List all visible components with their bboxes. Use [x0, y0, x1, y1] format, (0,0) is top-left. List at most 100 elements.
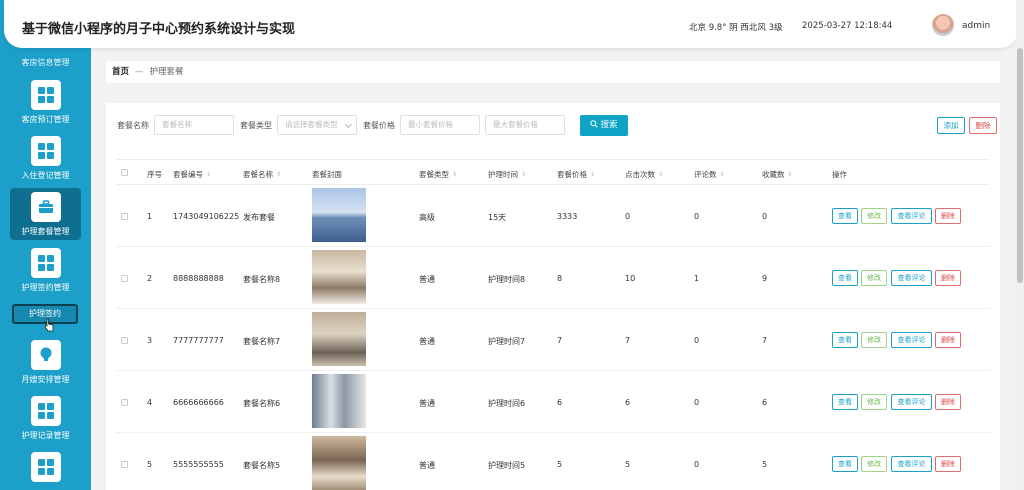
sidebar-item-checkin[interactable]: 入住登记管理 — [0, 136, 91, 181]
cell-type: 普通 — [419, 275, 435, 284]
cell-favorites: 7 — [762, 336, 768, 345]
search-button[interactable]: 搜索 — [580, 115, 628, 136]
sidebar-item-care-package[interactable]: 护理套餐管理 — [10, 188, 81, 240]
delete-button[interactable]: 删除 — [935, 270, 961, 286]
price-max-input[interactable]: 最大套餐价格 — [485, 115, 565, 135]
col-clicks[interactable]: 点击次数 ⇕ — [625, 169, 663, 180]
cell-clicks: 5 — [625, 460, 631, 469]
cell-name: 套餐名称8 — [243, 275, 281, 284]
package-cover-image — [312, 436, 366, 490]
name-filter-label: 套餐名称 — [117, 121, 149, 130]
view-button[interactable]: 查看 — [832, 456, 858, 472]
delete-button[interactable]: 删除 — [935, 208, 961, 224]
cell-reviews: 0 — [694, 212, 700, 221]
cell-code: 8888888888 — [173, 274, 224, 283]
price-min-input[interactable]: 最小套餐价格 — [400, 115, 480, 135]
cell-index: 1 — [147, 212, 153, 221]
col-duration[interactable]: 护理时间 ⇕ — [488, 169, 526, 180]
sidebar-item-care-records[interactable]: 护理记录管理 — [0, 396, 91, 441]
col-cover: 套餐封面 — [312, 170, 342, 179]
sidebar-item-care-contract[interactable]: 护理签约管理 — [0, 248, 91, 293]
name-filter-input[interactable]: 套餐名称 — [154, 115, 234, 135]
view-button[interactable]: 查看 — [832, 332, 858, 348]
cell-code: 6666666666 — [173, 398, 224, 407]
col-clicks-label: 点击次数 — [625, 170, 655, 179]
cell-name: 套餐名称7 — [243, 337, 281, 346]
sort-icon[interactable]: ⇕ — [276, 171, 281, 178]
type-filter-select[interactable]: 请选择套餐类型 — [277, 115, 357, 135]
col-reviews[interactable]: 评论数 ⇕ — [694, 169, 725, 180]
cell-price: 8 — [557, 274, 563, 283]
col-name[interactable]: 套餐名称 ⇕ — [243, 169, 281, 180]
cell-code: 7777777777 — [173, 336, 224, 345]
type-filter-placeholder: 请选择套餐类型 — [285, 120, 338, 129]
view-reviews-button[interactable]: 查看评论 — [891, 208, 932, 224]
add-button[interactable]: 添加 — [937, 117, 965, 134]
row-checkbox[interactable] — [121, 337, 128, 344]
sort-icon[interactable]: ⇕ — [590, 171, 595, 178]
grid-icon — [30, 452, 61, 482]
cell-index: 2 — [147, 274, 153, 283]
breadcrumb-home[interactable]: 首页 — [112, 67, 129, 77]
view-button[interactable]: 查看 — [832, 270, 858, 286]
view-reviews-button[interactable]: 查看评论 — [891, 456, 932, 472]
edit-button[interactable]: 修改 — [861, 394, 887, 410]
row-checkbox[interactable] — [121, 213, 128, 220]
cell-code: 1743049106225 — [173, 212, 240, 221]
cell-type: 高级 — [419, 213, 435, 222]
sidebar-item-room-booking[interactable]: 客房预订管理 — [0, 80, 91, 125]
sort-icon[interactable]: ⇕ — [658, 171, 663, 178]
edit-button[interactable]: 修改 — [861, 208, 887, 224]
view-reviews-button[interactable]: 查看评论 — [891, 394, 932, 410]
cell-clicks: 6 — [625, 398, 631, 407]
sidebar-item-label: 月嫂安排管理 — [21, 375, 70, 384]
edit-button[interactable]: 修改 — [861, 332, 887, 348]
weather-info: 北京 9.8° 阴 西北风 3级 — [689, 23, 783, 33]
delete-button[interactable]: 删除 — [935, 394, 961, 410]
row-checkbox[interactable] — [121, 461, 128, 468]
col-code[interactable]: 套餐编号 ⇕ — [173, 169, 211, 180]
type-filter-label: 套餐类型 — [240, 121, 272, 130]
row-checkbox[interactable] — [121, 399, 128, 406]
cell-name: 套餐名称6 — [243, 399, 281, 408]
view-button[interactable]: 查看 — [832, 208, 858, 224]
col-price[interactable]: 套餐价格 ⇕ — [557, 169, 595, 180]
row-checkbox[interactable] — [121, 275, 128, 282]
sort-icon[interactable]: ⇕ — [206, 171, 211, 178]
cell-price: 3333 — [557, 212, 578, 221]
sidebar-item-room-info-label[interactable]: 客房信息管理 — [0, 57, 91, 68]
table-row: 1 1743049106225 发布套餐 高级 15天 3333 0 0 0 查看 修改 查看评论 删除 — [116, 185, 990, 247]
delete-button[interactable]: 删除 — [935, 456, 961, 472]
sort-icon[interactable]: ⇕ — [452, 171, 457, 178]
breadcrumb-separator: — — [135, 67, 144, 77]
view-button[interactable]: 查看 — [832, 394, 858, 410]
sidebar-item-more[interactable] — [0, 452, 91, 482]
package-cover-image — [312, 250, 366, 304]
main-panel: 套餐名称 套餐名称 套餐类型 请选择套餐类型 套餐价格 最小套餐价格 最大套餐价… — [106, 103, 1000, 490]
col-type[interactable]: 套餐类型 ⇕ — [419, 169, 457, 180]
cell-name: 发布套餐 — [243, 213, 275, 222]
cell-duration: 护理时间7 — [488, 337, 526, 346]
view-reviews-button[interactable]: 查看评论 — [891, 332, 932, 348]
sort-icon[interactable]: ⇕ — [521, 171, 526, 178]
edit-button[interactable]: 修改 — [861, 456, 887, 472]
grid-icon — [30, 248, 61, 278]
edit-button[interactable]: 修改 — [861, 270, 887, 286]
col-favorites[interactable]: 收藏数 ⇕ — [762, 169, 793, 180]
delete-button[interactable]: 删除 — [935, 332, 961, 348]
avatar[interactable] — [932, 14, 954, 36]
select-all-checkbox[interactable] — [121, 169, 128, 176]
col-type-label: 套餐类型 — [419, 170, 449, 179]
username[interactable]: admin — [962, 21, 990, 31]
col-price-label: 套餐价格 — [557, 170, 587, 179]
briefcase-icon — [30, 192, 61, 222]
cell-reviews: 0 — [694, 336, 700, 345]
sort-icon[interactable]: ⇕ — [720, 171, 725, 178]
sidebar-item-nanny-schedule[interactable]: 月嫂安排管理 — [0, 340, 91, 385]
scrollbar-thumb[interactable] — [1017, 48, 1023, 283]
cell-clicks: 10 — [625, 274, 636, 283]
sort-icon[interactable]: ⇕ — [788, 171, 793, 178]
batch-delete-button[interactable]: 删除 — [969, 117, 997, 134]
view-reviews-button[interactable]: 查看评论 — [891, 270, 932, 286]
page-scrollbar[interactable] — [1016, 0, 1024, 490]
